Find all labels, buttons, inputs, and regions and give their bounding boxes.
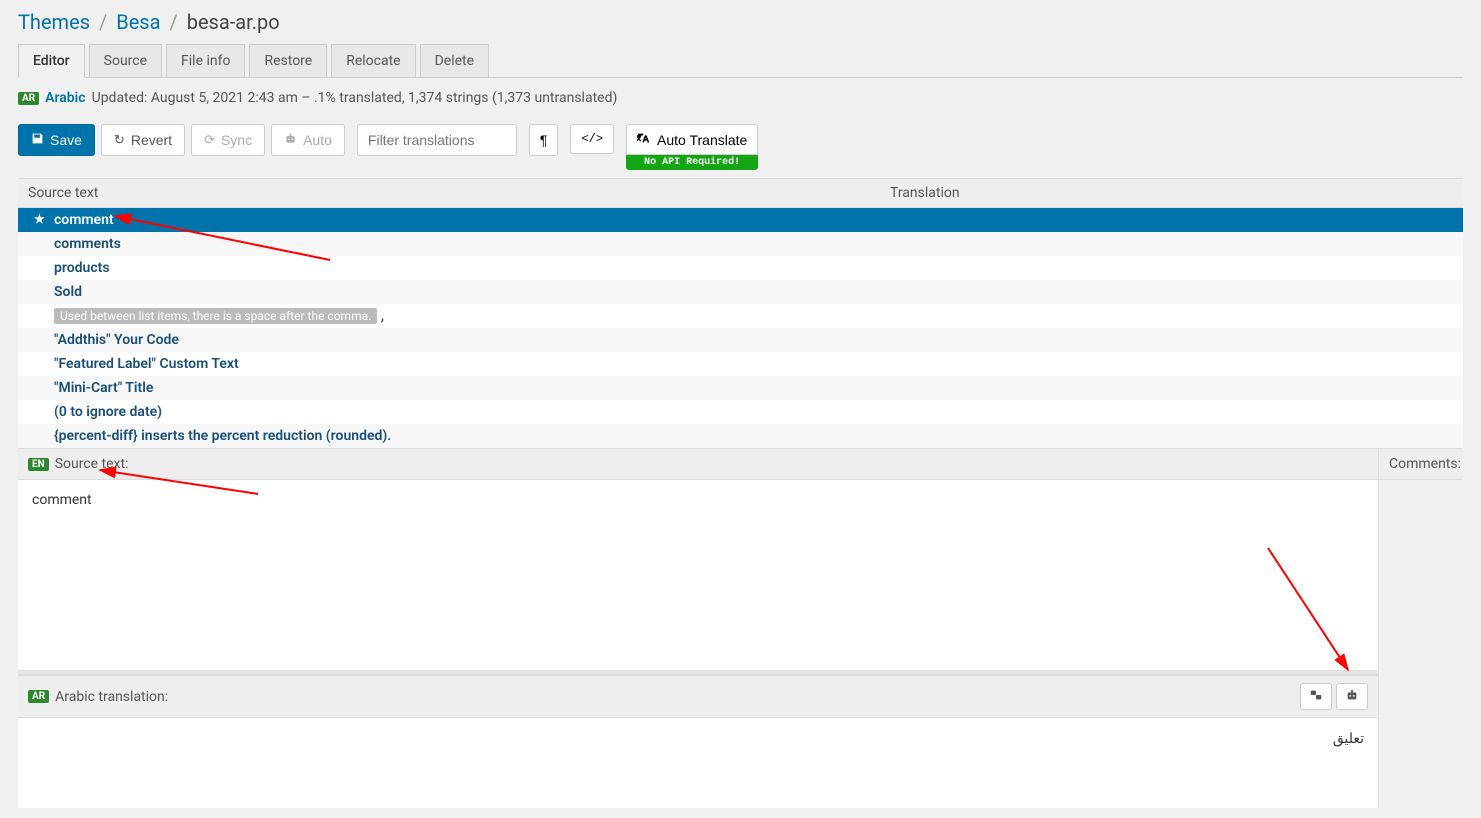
save-button[interactable]: Save — [18, 124, 95, 156]
auto-button[interactable]: Auto — [271, 124, 345, 156]
auto-icon — [284, 132, 297, 148]
breadcrumb-root[interactable]: Themes — [18, 10, 90, 34]
tab-delete[interactable]: Delete — [420, 44, 489, 77]
status-text: Updated: August 5, 2021 2:43 am – .1% tr… — [92, 90, 618, 106]
revert-label: Revert — [131, 132, 172, 148]
context-tag: Used between list items, there is a spac… — [54, 308, 377, 324]
breadcrumb-current: besa-ar.po — [187, 10, 280, 34]
pilcrow-button[interactable]: ¶ — [529, 124, 559, 156]
tab-editor[interactable]: Editor — [18, 44, 85, 78]
string-text: "Mini-Cart" Title — [54, 380, 153, 396]
source-text-area: comment — [18, 480, 1378, 670]
string-text: comments — [54, 236, 121, 252]
translation-text-area[interactable]: تعليق — [18, 718, 1378, 808]
translation-panel-label: Arabic translation: — [55, 689, 168, 705]
string-text: products — [54, 260, 110, 276]
robot-button[interactable] — [1336, 683, 1368, 710]
string-row[interactable]: Used between list items, there is a spac… — [18, 304, 1463, 328]
translation-panel: AR Arabic translation: — [18, 675, 1378, 808]
auto-translate-sublabel: No API Required! — [626, 155, 758, 170]
status-line: AR Arabic Updated: August 5, 2021 2:43 a… — [18, 78, 1463, 116]
string-text: (0 to ignore date) — [54, 404, 162, 420]
suggest-icon — [1309, 690, 1323, 705]
string-list: comment comments products Sold Used between … — [18, 208, 1463, 448]
string-text: , — [381, 308, 384, 324]
string-text: comment — [54, 212, 114, 228]
save-label: Save — [50, 132, 82, 148]
string-text: "Featured Label" Custom Text — [54, 356, 239, 372]
sync-icon: ⟳ — [204, 132, 215, 148]
sync-button[interactable]: ⟳ Sync — [191, 124, 265, 156]
save-icon — [31, 132, 44, 148]
string-row[interactable]: (0 to ignore date) — [18, 400, 1463, 424]
tab-source[interactable]: Source — [89, 44, 162, 77]
string-row[interactable]: {percent-diff} inserts the percent reduc… — [18, 424, 1463, 448]
code-view-button[interactable]: </> — [570, 124, 614, 154]
source-panel: EN Source text: comment — [18, 448, 1378, 670]
toolbar: Save ↻ Revert ⟳ Sync Auto ¶ </> Auto Tra… — [18, 116, 1463, 178]
lang-badge-ar: AR — [18, 92, 39, 105]
string-text: Sold — [54, 284, 82, 300]
comments-panel-label: Comments: — [1389, 456, 1461, 472]
breadcrumb: Themes / Besa / besa-ar.po — [18, 10, 1463, 34]
string-text: {percent-diff} inserts the percent reduc… — [54, 428, 391, 444]
auto-translate-button[interactable]: Auto Translate — [626, 124, 758, 155]
language-name[interactable]: Arabic — [45, 90, 85, 106]
breadcrumb-mid[interactable]: Besa — [116, 10, 160, 34]
string-row[interactable]: "Mini-Cart" Title — [18, 376, 1463, 400]
filter-input[interactable] — [357, 124, 517, 156]
ar-badge: AR — [28, 690, 49, 703]
auto-label: Auto — [303, 132, 332, 148]
string-row[interactable]: "Addthis" Your Code — [18, 328, 1463, 352]
col-translation: Translation — [880, 179, 1463, 207]
tab-relocate[interactable]: Relocate — [331, 44, 415, 77]
robot-icon — [1345, 690, 1359, 705]
string-row[interactable]: comments — [18, 232, 1463, 256]
string-row[interactable]: products — [18, 256, 1463, 280]
comments-panel-header: Comments: — [1379, 448, 1463, 480]
source-panel-label: Source text: — [55, 456, 129, 472]
auto-translate-label: Auto Translate — [657, 132, 747, 148]
tab-bar: EditorSourceFile infoRestoreRelocateDele… — [18, 44, 1463, 78]
suggest-button[interactable] — [1300, 683, 1332, 710]
sync-label: Sync — [221, 132, 252, 148]
string-text: "Addthis" Your Code — [54, 332, 179, 348]
tab-file-info[interactable]: File info — [166, 44, 245, 77]
revert-icon: ↻ — [114, 132, 125, 148]
string-row[interactable]: Sold — [18, 280, 1463, 304]
table-header: Source text Translation — [18, 178, 1463, 208]
string-row[interactable]: "Featured Label" Custom Text — [18, 352, 1463, 376]
string-row[interactable]: comment — [18, 208, 1463, 232]
col-source: Source text — [18, 179, 880, 207]
translate-icon — [637, 131, 651, 148]
en-badge: EN — [28, 458, 49, 471]
tab-restore[interactable]: Restore — [249, 44, 327, 77]
revert-button[interactable]: ↻ Revert — [101, 124, 185, 156]
